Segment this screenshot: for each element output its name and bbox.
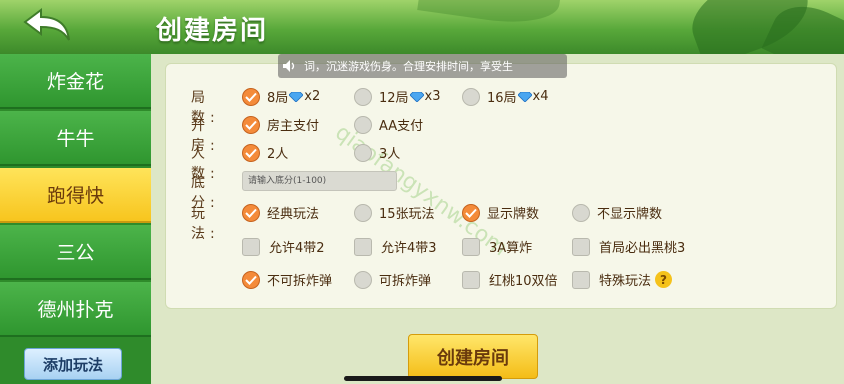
play-checkbox-special[interactable]: 特殊玩法 ? xyxy=(572,270,673,289)
base-score-input[interactable]: 请输入底分(1-100) xyxy=(242,171,397,191)
play-label: 玩 法: xyxy=(191,206,220,242)
sidebar-item-label: 跑得快 xyxy=(46,185,104,207)
check-icon xyxy=(242,115,260,134)
checkbox-icon xyxy=(462,237,480,256)
radio-icon xyxy=(354,87,372,106)
sidebar-item-paodekuai[interactable]: 跑得快 xyxy=(0,168,151,223)
help-icon[interactable]: ? xyxy=(655,271,673,288)
option-label: 3A算炸 xyxy=(489,241,533,256)
room-option-aa-pay[interactable]: AA支付 xyxy=(354,115,423,134)
leaf-decoration xyxy=(417,0,563,30)
players-option-2[interactable]: 2人 xyxy=(242,143,288,162)
notice-bar: 词，沉迷游戏伤身。合理安排时间，享受生 xyxy=(278,54,567,78)
play-checkbox-4-with-2[interactable]: 允许4带2 xyxy=(242,237,325,256)
check-icon xyxy=(242,87,260,106)
room-option-owner-pays[interactable]: 房主支付 xyxy=(242,115,319,134)
play-checkbox-4-with-3[interactable]: 允许4带3 xyxy=(354,237,437,256)
option-label: 3人 xyxy=(379,147,401,162)
create-room-button[interactable]: 创建房间 xyxy=(408,334,538,379)
rounds-option-16[interactable]: 16局 x4 xyxy=(462,87,549,106)
option-label: 不可拆炸弹 xyxy=(267,274,333,289)
option-label: 红桃10双倍 xyxy=(489,274,558,289)
checkbox-icon xyxy=(462,270,480,289)
option-label: 15张玩法 xyxy=(379,207,435,222)
option-multiplier: x2 xyxy=(304,89,321,104)
option-label: 2人 xyxy=(267,147,289,162)
add-game-button[interactable]: 添加玩法 xyxy=(24,348,122,380)
option-label: 12局 xyxy=(379,91,409,106)
back-button[interactable] xyxy=(18,6,76,46)
checkbox-icon xyxy=(572,237,590,256)
play-option-split-bomb[interactable]: 可拆炸弹 xyxy=(354,270,431,289)
option-label: 不显示牌数 xyxy=(597,207,663,222)
sidebar-item-texas-poker[interactable]: 德州扑克 xyxy=(0,282,151,337)
radio-icon xyxy=(354,203,372,222)
play-checkbox-heart-10-double[interactable]: 红桃10双倍 xyxy=(462,270,558,289)
play-checkbox-spade-3-first[interactable]: 首局必出黑桃3 xyxy=(572,237,685,256)
check-icon xyxy=(242,203,260,222)
checkbox-icon xyxy=(572,270,590,289)
radio-icon xyxy=(572,203,590,222)
check-icon xyxy=(462,203,480,222)
players-option-3[interactable]: 3人 xyxy=(354,143,400,162)
play-option-show-count[interactable]: 显示牌数 xyxy=(462,203,539,222)
sidebar-item-label: 炸金花 xyxy=(46,71,104,93)
sidebar-item-zhajinhua[interactable]: 炸金花 xyxy=(0,54,151,109)
play-option-hide-count[interactable]: 不显示牌数 xyxy=(572,203,662,222)
check-icon xyxy=(242,270,260,289)
radio-icon xyxy=(354,143,372,162)
sidebar-item-niuniu[interactable]: 牛牛 xyxy=(0,111,151,166)
notice-text: 词，沉迷游戏伤身。合理安排时间，享受生 xyxy=(304,60,513,73)
option-label: 可拆炸弹 xyxy=(379,274,432,289)
option-label: 显示牌数 xyxy=(487,207,540,222)
play-checkbox-3a-bomb[interactable]: 3A算炸 xyxy=(462,237,532,256)
back-arrow-icon xyxy=(23,8,70,41)
option-label: 16局 xyxy=(487,91,517,106)
radio-icon xyxy=(354,115,372,134)
check-icon xyxy=(242,143,260,162)
diamond-icon xyxy=(517,91,532,102)
radio-icon xyxy=(354,270,372,289)
radio-icon xyxy=(462,87,480,106)
sidebar-item-label: 牛牛 xyxy=(56,128,95,150)
option-label: 允许4带2 xyxy=(269,241,325,256)
header-bar: 创建房间 xyxy=(0,0,844,54)
option-multiplier: x3 xyxy=(424,89,441,104)
sidebar-item-sangong[interactable]: 三公 xyxy=(0,225,151,280)
play-option-classic[interactable]: 经典玩法 xyxy=(242,203,319,222)
home-indicator xyxy=(344,376,502,381)
rounds-option-12[interactable]: 12局 x3 xyxy=(354,87,441,106)
sidebar-item-label: 三公 xyxy=(56,242,95,264)
checkbox-icon xyxy=(354,237,372,256)
rounds-option-8[interactable]: 8局 x2 xyxy=(242,87,320,106)
diamond-icon xyxy=(289,91,304,102)
page-title: 创建房间 xyxy=(156,16,269,46)
checkbox-icon xyxy=(242,237,260,256)
play-option-15-cards[interactable]: 15张玩法 xyxy=(354,203,435,222)
option-label: 8局 xyxy=(267,91,289,106)
option-label: 首局必出黑桃3 xyxy=(599,241,686,256)
option-label: 经典玩法 xyxy=(267,207,320,222)
diamond-icon xyxy=(409,91,424,102)
sidebar-item-label: 德州扑克 xyxy=(37,299,114,321)
option-label: 允许4带3 xyxy=(381,241,437,256)
speaker-icon xyxy=(283,60,295,72)
option-label: 房主支付 xyxy=(267,119,320,134)
option-label: 特殊玩法 xyxy=(599,274,652,289)
option-label: AA支付 xyxy=(379,119,424,134)
sidebar: 炸金花 牛牛 跑得快 三公 德州扑克 添加玩法 xyxy=(0,54,151,384)
play-option-no-split-bomb[interactable]: 不可拆炸弹 xyxy=(242,270,332,289)
option-multiplier: x4 xyxy=(532,89,549,104)
